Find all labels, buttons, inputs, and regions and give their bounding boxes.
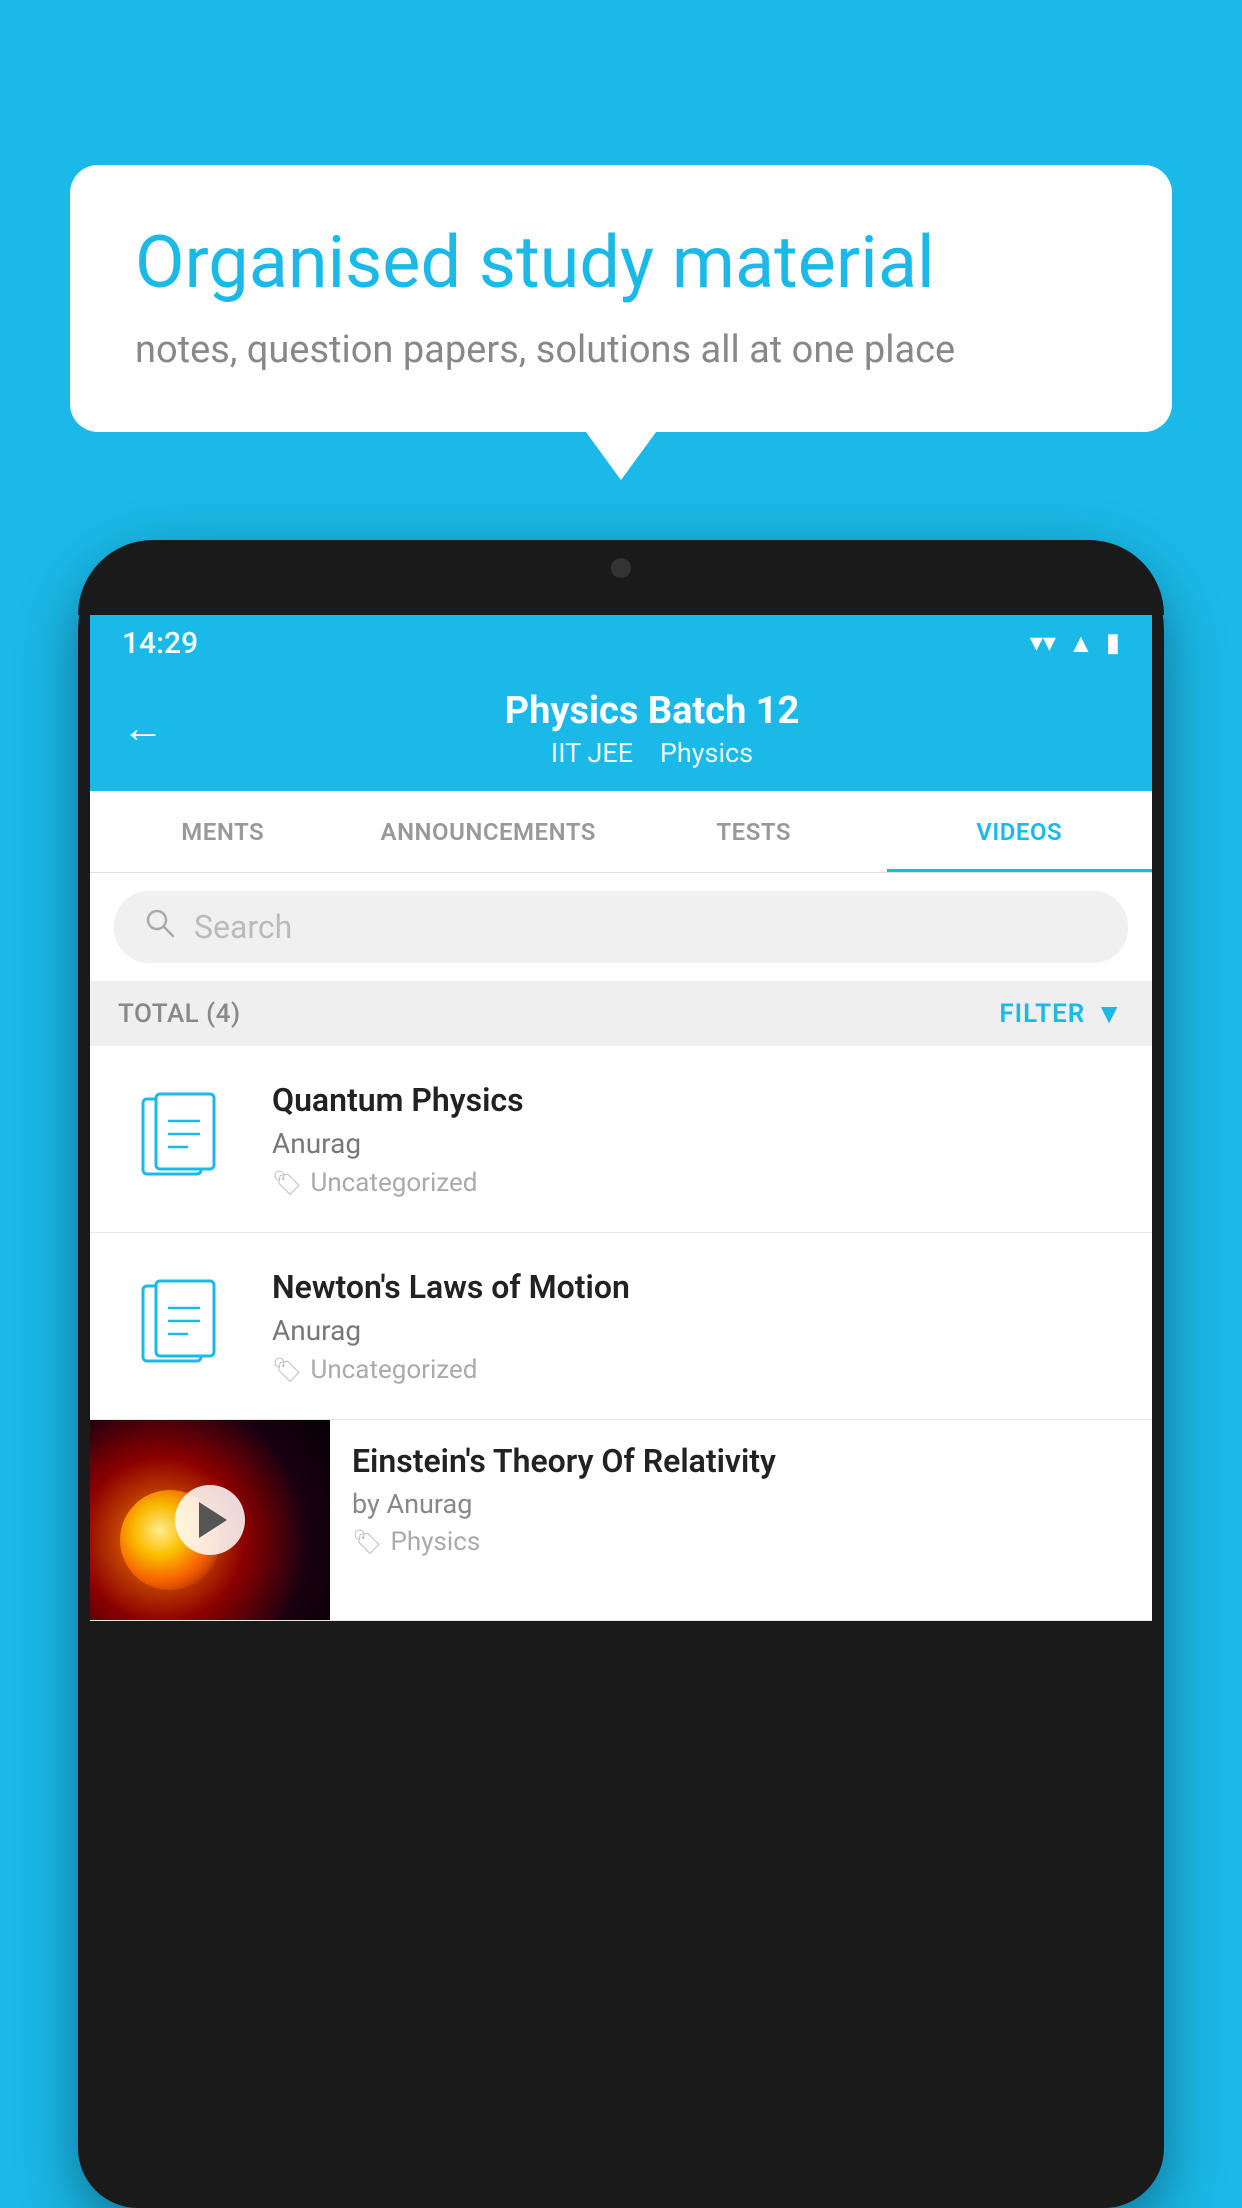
header-subtitle: IIT JEE Physics bbox=[184, 737, 1120, 769]
list-item[interactable]: Quantum Physics Anurag 🏷 Uncategorized bbox=[90, 1046, 1152, 1233]
status-bar: 14:29 ▾▾ ▲ ▮ bbox=[90, 615, 1152, 671]
video-title-3: Einstein's Theory Of Relativity bbox=[352, 1442, 1130, 1480]
tab-ments[interactable]: MENTS bbox=[90, 791, 356, 872]
video-thumb-2 bbox=[118, 1261, 248, 1391]
phone-frame: 14:29 ▾▾ ▲ ▮ ← Physics Batch 12 IIT JEE … bbox=[78, 540, 1164, 2208]
battery-icon: ▮ bbox=[1106, 628, 1120, 658]
search-icon bbox=[144, 907, 176, 947]
search-container: Search bbox=[90, 873, 1152, 981]
tab-videos[interactable]: VIDEOS bbox=[887, 791, 1153, 872]
status-icons: ▾▾ ▲ ▮ bbox=[1030, 628, 1120, 659]
speech-bubble-wrapper: Organised study material notes, question… bbox=[70, 165, 1172, 432]
video-author-1: Anurag bbox=[272, 1127, 1124, 1160]
wifi-icon: ▾▾ bbox=[1030, 628, 1056, 658]
header-title: Physics Batch 12 bbox=[184, 689, 1120, 733]
header-subtitle-physics: Physics bbox=[660, 737, 753, 769]
filter-row: TOTAL (4) FILTER ▼ bbox=[90, 981, 1152, 1046]
play-triangle-icon bbox=[199, 1502, 227, 1538]
phone-screen: 14:29 ▾▾ ▲ ▮ ← Physics Batch 12 IIT JEE … bbox=[90, 615, 1152, 1621]
video-by-3: by Anurag bbox=[352, 1488, 1130, 1520]
list-item[interactable]: Newton's Laws of Motion Anurag 🏷 Uncateg… bbox=[90, 1233, 1152, 1420]
phone-notch bbox=[576, 540, 666, 595]
video-tag-2: 🏷 Uncategorized bbox=[272, 1355, 1124, 1385]
tabs-bar: MENTS ANNOUNCEMENTS TESTS VIDEOS bbox=[90, 791, 1152, 873]
signal-icon: ▲ bbox=[1068, 628, 1094, 659]
video-title-2: Newton's Laws of Motion bbox=[272, 1268, 1124, 1306]
camera-dot bbox=[611, 558, 631, 578]
play-button[interactable] bbox=[175, 1485, 245, 1555]
tag-icon-1: 🏷 bbox=[272, 1169, 302, 1197]
video-info-2: Newton's Laws of Motion Anurag 🏷 Uncateg… bbox=[272, 1268, 1124, 1385]
tag-icon-2: 🏷 bbox=[272, 1356, 302, 1384]
tab-announcements[interactable]: ANNOUNCEMENTS bbox=[356, 791, 622, 872]
status-time: 14:29 bbox=[122, 626, 198, 661]
back-button[interactable]: ← bbox=[122, 708, 164, 750]
total-count: TOTAL (4) bbox=[118, 999, 241, 1029]
filter-button[interactable]: FILTER ▼ bbox=[999, 997, 1124, 1030]
list-item[interactable]: Einstein's Theory Of Relativity by Anura… bbox=[90, 1420, 1152, 1621]
speech-bubble: Organised study material notes, question… bbox=[70, 165, 1172, 432]
video-thumb-1 bbox=[118, 1074, 248, 1204]
filter-label: FILTER bbox=[999, 999, 1085, 1029]
video-tag-1: 🏷 Uncategorized bbox=[272, 1168, 1124, 1198]
video-list: Quantum Physics Anurag 🏷 Uncategorized bbox=[90, 1046, 1152, 1621]
filter-funnel-icon: ▼ bbox=[1095, 997, 1124, 1030]
video-author-2: Anurag bbox=[272, 1314, 1124, 1347]
header-subtitle-iitjee: IIT JEE bbox=[551, 737, 633, 769]
phone-top-bar bbox=[78, 540, 1164, 615]
tab-tests[interactable]: TESTS bbox=[621, 791, 887, 872]
app-header: ← Physics Batch 12 IIT JEE Physics bbox=[90, 671, 1152, 791]
video-tag-3: 🏷 Physics bbox=[352, 1527, 1130, 1557]
video-thumbnail-einstein bbox=[90, 1420, 330, 1620]
header-title-block: Physics Batch 12 IIT JEE Physics bbox=[184, 689, 1120, 769]
search-box[interactable]: Search bbox=[114, 891, 1128, 963]
search-placeholder: Search bbox=[194, 908, 292, 946]
video-info-3: Einstein's Theory Of Relativity by Anura… bbox=[330, 1420, 1152, 1579]
video-title-1: Quantum Physics bbox=[272, 1081, 1124, 1119]
tag-icon-3: 🏷 bbox=[352, 1528, 382, 1556]
speech-bubble-subtext: notes, question papers, solutions all at… bbox=[135, 328, 1107, 372]
video-info-1: Quantum Physics Anurag 🏷 Uncategorized bbox=[272, 1081, 1124, 1198]
speech-bubble-heading: Organised study material bbox=[135, 220, 1107, 306]
